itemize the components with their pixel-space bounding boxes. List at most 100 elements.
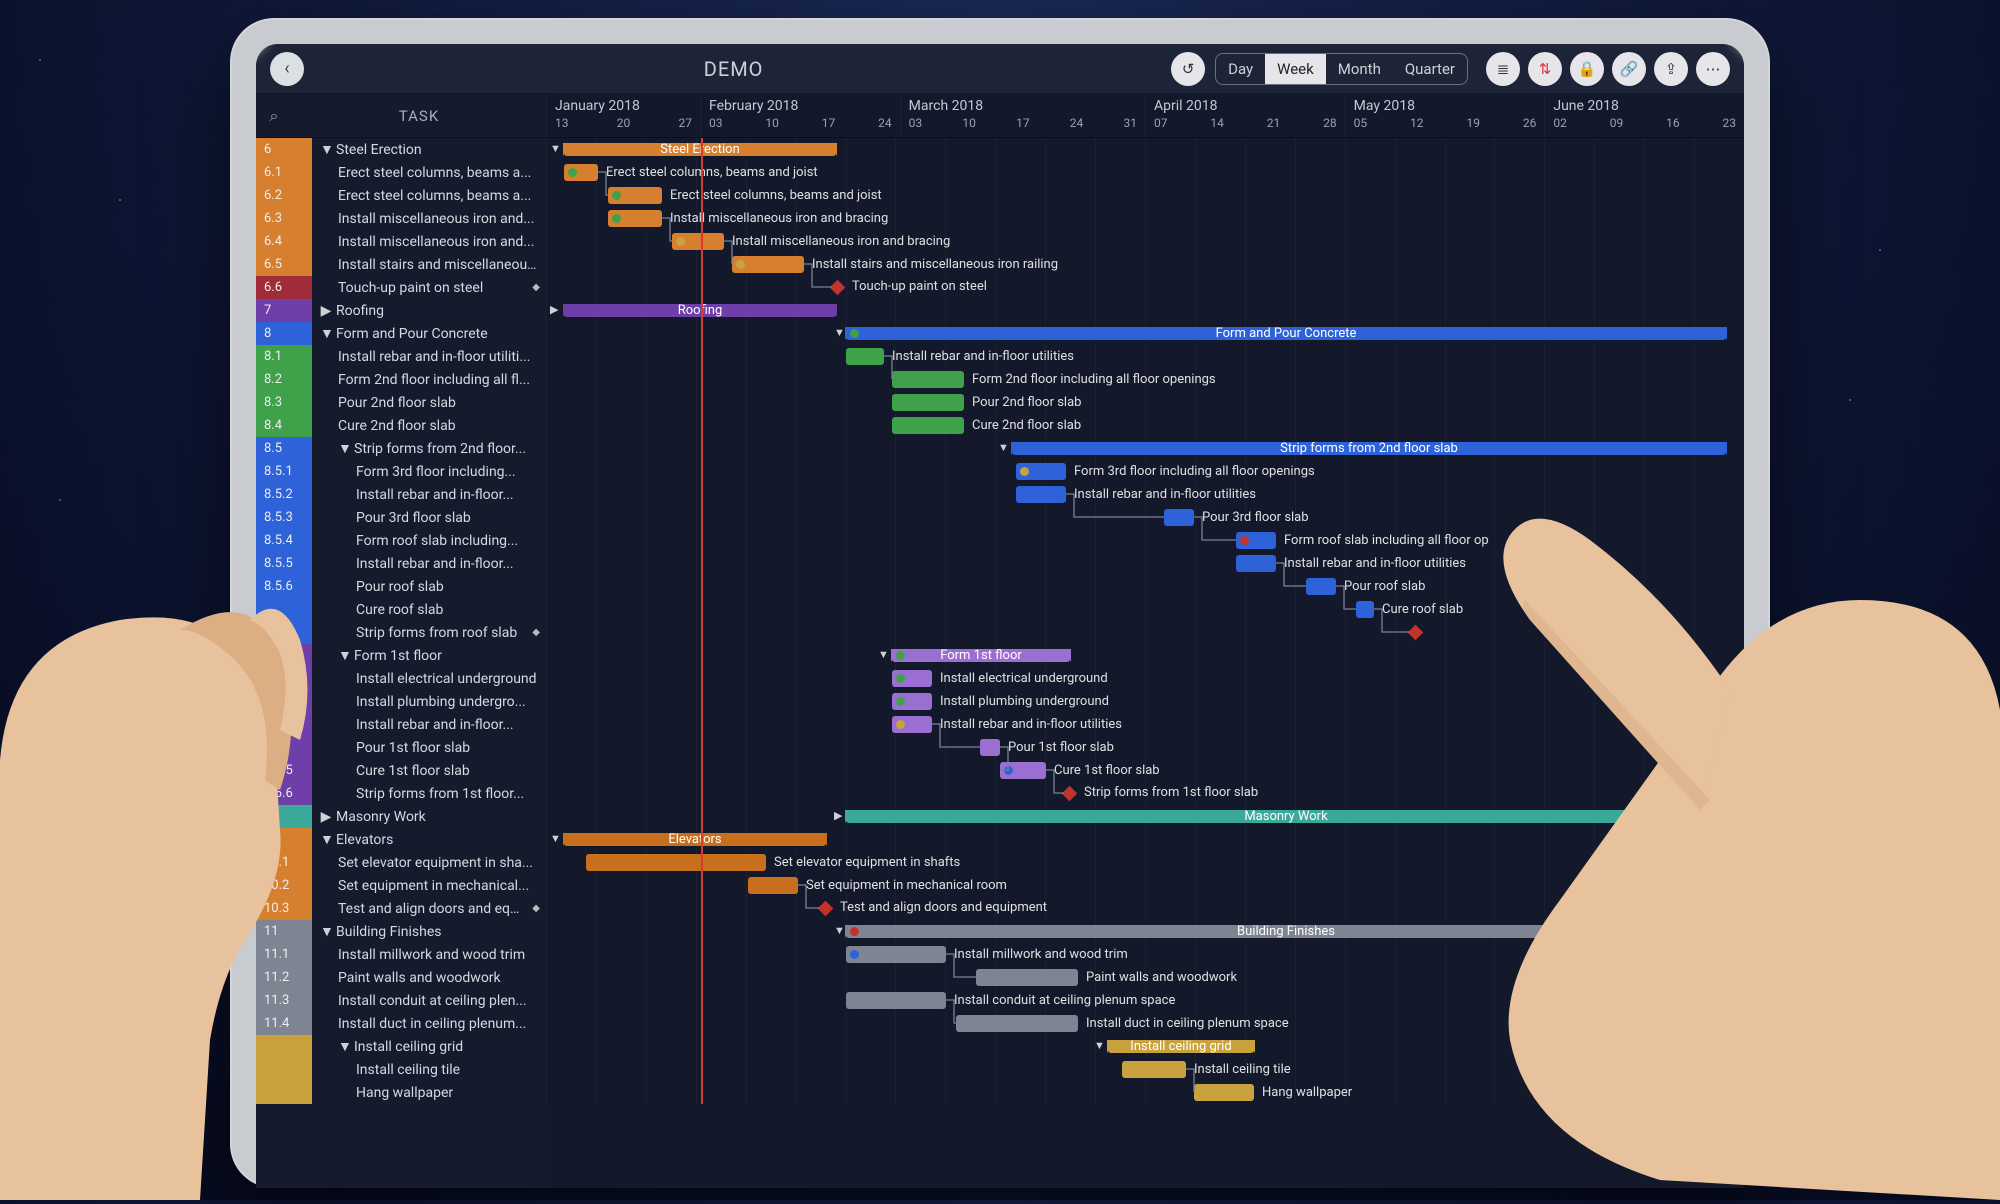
layers-icon[interactable]: ≣ xyxy=(1486,52,1520,86)
timeline-month: April 201807142128 xyxy=(1145,94,1345,137)
expand-icon[interactable]: ▼ xyxy=(320,325,332,342)
lock-icon[interactable]: 🔒 xyxy=(1570,52,1604,86)
expand-icon[interactable]: ▼ xyxy=(320,141,332,158)
task-bar[interactable]: Pour 1st floor slab xyxy=(980,739,1000,756)
bar-label: Install millwork and wood trim xyxy=(946,947,1128,962)
task-row[interactable]: 6.4Install miscellaneous iron and... xyxy=(256,230,546,253)
milestone[interactable] xyxy=(830,280,846,296)
timeline-month: June 201802091623 xyxy=(1544,94,1744,137)
bar-label: Install electrical underground xyxy=(932,671,1108,686)
bar-label: Paint walls and woodwork xyxy=(1078,970,1237,985)
task-bar[interactable]: Cure 2nd floor slab xyxy=(892,417,964,434)
task-bar[interactable]: Pour 2nd floor slab xyxy=(892,394,964,411)
task-label: Form 3rd floor including... xyxy=(356,464,516,480)
expand-icon[interactable]: ▼ xyxy=(338,647,350,664)
task-label: Erect steel columns, beams a... xyxy=(338,188,531,204)
day-tick: 28 xyxy=(1323,116,1337,130)
link-icon[interactable]: 🔗 xyxy=(1612,52,1646,86)
summary-bar[interactable]: Roofing xyxy=(564,304,836,317)
expand-icon[interactable]: ▼ xyxy=(338,440,350,457)
task-row[interactable]: 8.5.1 Form 3rd floor including... xyxy=(256,460,546,483)
row-toggle-icon[interactable]: ▼ xyxy=(878,648,889,661)
task-bar[interactable]: Install millwork and wood trim xyxy=(846,946,946,963)
task-bar[interactable]: Set elevator equipment in shafts xyxy=(586,854,766,871)
task-row[interactable]: 8.5.2Install rebar and in-floor... xyxy=(256,483,546,506)
range-month[interactable]: Month xyxy=(1326,54,1393,84)
row-toggle-icon[interactable]: ▼ xyxy=(834,326,845,339)
more-icon[interactable]: ⋯ xyxy=(1696,52,1730,86)
task-bar[interactable]: Form 2nd floor including all floor openi… xyxy=(892,371,964,388)
month-label: January 2018 xyxy=(555,98,692,114)
expand-icon[interactable]: ▼ xyxy=(338,1038,350,1055)
task-bar[interactable]: Hang wallpaper xyxy=(1194,1084,1254,1101)
bar-label: Erect steel columns, beams and joist xyxy=(598,165,818,180)
row-toggle-icon[interactable]: ▶ xyxy=(550,303,558,316)
back-button[interactable]: ‹ xyxy=(270,52,304,86)
task-row[interactable]: 6.6Touch-up paint on steel◆ xyxy=(256,276,546,299)
milestone-icon: ◆ xyxy=(532,627,546,638)
row-toggle-icon[interactable]: ▼ xyxy=(550,832,561,845)
row-toggle-icon[interactable]: ▼ xyxy=(998,441,1009,454)
task-bar[interactable]: Install duct in ceiling plenum space xyxy=(956,1015,1078,1032)
task-id: 8.5.1 xyxy=(256,460,312,483)
range-day[interactable]: Day xyxy=(1216,54,1265,84)
status-pin xyxy=(1004,766,1013,775)
range-quarter[interactable]: Quarter xyxy=(1393,54,1467,84)
task-bar[interactable]: Pour roof slab xyxy=(1306,578,1336,595)
month-label: May 2018 xyxy=(1354,98,1537,114)
task-row[interactable]: 6.3Install miscellaneous iron and... xyxy=(256,207,546,230)
bar-label: Form 2nd floor including all floor openi… xyxy=(964,372,1216,387)
task-row[interactable]: 8.4Cure 2nd floor slab xyxy=(256,414,546,437)
expand-icon[interactable]: ▶ xyxy=(320,303,332,319)
gantt-row: Erect steel columns, beams and joist xyxy=(546,161,1744,184)
task-row[interactable]: 8▼Form and Pour Concrete xyxy=(256,322,546,345)
task-bar[interactable]: Install rebar and in-floor utilities xyxy=(1016,486,1066,503)
task-row[interactable]: 6.5Install stairs and miscellaneou... xyxy=(256,253,546,276)
task-bar[interactable]: Paint walls and woodwork xyxy=(976,969,1078,986)
milestone[interactable] xyxy=(1062,786,1078,802)
row-toggle-icon[interactable]: ▼ xyxy=(1094,1039,1105,1052)
task-label: Install rebar and in-floor utiliti... xyxy=(338,349,530,365)
adjust-icon[interactable]: ⇅ xyxy=(1528,52,1562,86)
range-week[interactable]: Week xyxy=(1265,54,1326,84)
status-pin xyxy=(896,720,905,729)
milestone[interactable] xyxy=(818,901,834,917)
share-icon[interactable]: ⇪ xyxy=(1654,52,1688,86)
task-row[interactable]: 8.3Pour 2nd floor slab xyxy=(256,391,546,414)
task-id: 8 xyxy=(256,322,312,345)
task-row[interactable]: 6.1Erect steel columns, beams a... xyxy=(256,161,546,184)
task-bar[interactable]: Install conduit at ceiling plenum space xyxy=(846,992,946,1009)
row-toggle-icon[interactable]: ▶ xyxy=(834,809,842,822)
bar-label: Install miscellaneous iron and bracing xyxy=(662,211,888,226)
summary-bar[interactable]: Form 1st floor xyxy=(892,649,1070,662)
search-icon[interactable]: ⌕ xyxy=(256,106,292,126)
task-row[interactable]: 7▶Roofing xyxy=(256,299,546,322)
summary-bar[interactable]: Strip forms from 2nd floor slab xyxy=(1012,442,1726,455)
task-row[interactable]: 8.1Install rebar and in-floor utiliti... xyxy=(256,345,546,368)
task-label: Roofing xyxy=(336,303,384,319)
day-tick: 02 xyxy=(1553,116,1567,130)
summary-bar[interactable]: Install ceiling grid xyxy=(1108,1040,1254,1053)
task-bar[interactable]: Install ceiling tile xyxy=(1122,1061,1186,1078)
gantt-row: Install miscellaneous iron and bracing xyxy=(546,207,1744,230)
task-bar[interactable]: Cure roof slab xyxy=(1356,601,1374,618)
row-toggle-icon[interactable]: ▼ xyxy=(550,142,561,155)
task-bar[interactable]: Install rebar and in-floor utilities xyxy=(1236,555,1276,572)
task-bar[interactable]: Set equipment in mechanical room xyxy=(748,877,798,894)
task-row[interactable]: 8.5▼Strip forms from 2nd floor... xyxy=(256,437,546,460)
undo-button[interactable]: ↺ xyxy=(1171,52,1205,86)
row-toggle-icon[interactable]: ▼ xyxy=(834,924,845,937)
milestone[interactable] xyxy=(1408,625,1424,641)
timeline-month: January 2018132027 xyxy=(546,94,700,137)
day-tick: 27 xyxy=(679,116,693,130)
summary-bar[interactable]: Steel Erection xyxy=(564,143,836,156)
task-label: Install miscellaneous iron and... xyxy=(338,211,534,227)
timeline-month: March 20180310172431 xyxy=(900,94,1145,137)
summary-bar[interactable]: Form and Pour Concrete xyxy=(846,327,1726,340)
status-pin xyxy=(850,352,859,361)
task-row[interactable]: 8.2Form 2nd floor including all fl... xyxy=(256,368,546,391)
task-row[interactable]: 6▼Steel Erection xyxy=(256,138,546,161)
task-bar[interactable]: Pour 3rd floor slab xyxy=(1164,509,1194,526)
summary-bar[interactable]: Elevators xyxy=(564,833,826,846)
task-row[interactable]: 6.2Erect steel columns, beams a... xyxy=(256,184,546,207)
